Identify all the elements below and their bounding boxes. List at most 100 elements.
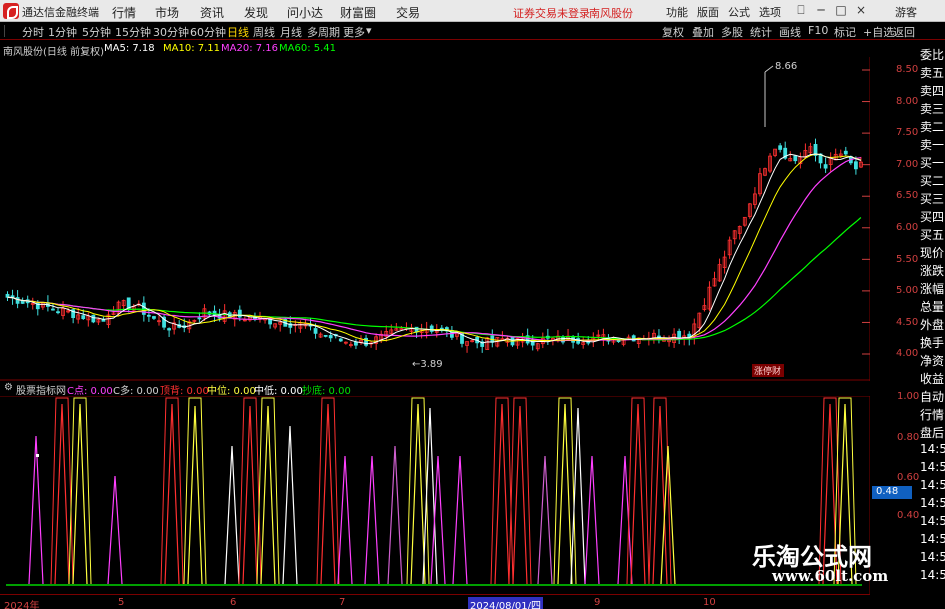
side-time: 14:53 [920, 496, 945, 510]
indicator-spike [260, 405, 276, 585]
tab-more[interactable]: 更多 [343, 24, 365, 40]
menu-caifuquan[interactable]: 财富圈 [340, 4, 376, 21]
tab-multi-period[interactable]: 多周期 [307, 24, 340, 40]
price-tick: 5.50 [896, 254, 919, 265]
tab-30min[interactable]: 30分钟 [153, 24, 189, 40]
chao-di-value: 抄底: 0.00 [302, 386, 351, 397]
zhong-di-value: 中低: 0.00 [254, 386, 303, 397]
indicator-spike [224, 445, 240, 585]
minimize-icon[interactable]: ─ [814, 3, 828, 17]
f10-button[interactable]: F10 [808, 24, 828, 37]
tab-5min[interactable]: 5分钟 [82, 24, 111, 40]
maximize-icon[interactable]: □ [834, 3, 848, 17]
side-outer[interactable]: 外盘 [920, 316, 944, 333]
candlestick-chart[interactable]: 8.66 ←3.89 涨停财 [0, 57, 870, 381]
indicator-plateau [160, 397, 184, 585]
function-button[interactable]: 功能 [666, 4, 688, 20]
formula-button[interactable]: 公式 [728, 4, 750, 20]
tab-15min[interactable]: 15分钟 [115, 24, 151, 40]
indicator-gear-icon[interactable]: ⚙ [4, 382, 13, 393]
date-tick: 5 [118, 597, 125, 608]
trade-login-notice[interactable]: 证券交易未登录 [513, 5, 590, 21]
price-tick: 8.50 [896, 64, 919, 75]
tab-fenshi[interactable]: 分时 [22, 24, 44, 40]
indicator-baseline [6, 584, 862, 586]
menu-shichang[interactable]: 市场 [155, 4, 179, 21]
ma60-label: MA60: 5.41 [279, 43, 337, 54]
side-time: 14:54 [920, 514, 945, 528]
statistics-button[interactable]: 统计 [750, 24, 772, 40]
candle-down [51, 308, 55, 311]
back-button[interactable]: 返回 [893, 24, 915, 40]
indicator-spike [387, 445, 403, 585]
menu-hangqing[interactable]: 行情 [112, 4, 136, 21]
side-quotes[interactable]: 行情 [920, 406, 944, 423]
side-buy1[interactable]: 买一 [920, 154, 944, 171]
candle-down [823, 164, 828, 169]
draw-line-button[interactable]: 画线 [779, 24, 801, 40]
close-icon[interactable]: × [854, 3, 868, 17]
menu-faxian[interactable]: 发现 [244, 4, 268, 21]
adjust-button[interactable]: 复权 [662, 24, 684, 40]
mark-button[interactable]: 标记 [834, 24, 856, 40]
indicator-spike [630, 403, 646, 585]
menu-zixun[interactable]: 资讯 [200, 4, 224, 21]
side-sell4[interactable]: 卖四 [920, 82, 944, 99]
candle-down [338, 338, 343, 342]
side-volume[interactable]: 总量 [920, 298, 944, 315]
indicator-spike [164, 403, 180, 585]
guest-button[interactable]: 游客 [895, 4, 917, 20]
side-change[interactable]: 涨跌 [920, 262, 944, 279]
menu-wenxiaoda[interactable]: 问小达 [287, 4, 323, 21]
tab-1min[interactable]: 1分钟 [48, 24, 77, 40]
side-weibi[interactable]: 委比 [920, 46, 944, 63]
ma10-label: MA10: 7.11 [163, 43, 221, 54]
candle-down [843, 150, 848, 155]
side-sell2[interactable]: 卖二 [920, 118, 944, 135]
indicator-spike [282, 425, 298, 585]
indicator-value: 0.48 [876, 486, 899, 497]
candle-down [167, 328, 172, 331]
tab-weekly[interactable]: 周线 [253, 24, 275, 40]
indicator-tick: 0.40 [897, 510, 920, 521]
high-price-label: 8.66 [775, 61, 797, 72]
side-after-hours[interactable]: 盘后 [920, 424, 944, 441]
side-sell3[interactable]: 卖三 [920, 100, 944, 117]
add-watchlist-button[interactable]: +自选 [863, 24, 894, 40]
c-dian-value: C点: 0.00 [67, 386, 113, 397]
side-sell5[interactable]: 卖五 [920, 64, 944, 81]
indicator-spike [557, 403, 573, 585]
side-buy5[interactable]: 买五 [920, 226, 944, 243]
indicator-name[interactable]: 股票指标网 [16, 382, 66, 397]
tab-monthly[interactable]: 月线 [280, 24, 302, 40]
layout-button[interactable]: 版面 [697, 4, 719, 20]
menu-jiaoyi[interactable]: 交易 [396, 4, 420, 21]
candle-down [91, 314, 96, 323]
side-buy4[interactable]: 买四 [920, 208, 944, 225]
multi-stock-button[interactable]: 多股 [721, 24, 743, 40]
overlay-button[interactable]: 叠加 [692, 24, 714, 40]
side-earnings[interactable]: 收益 [920, 370, 944, 387]
restore-icon[interactable]: ⎕ [794, 3, 808, 18]
side-buy2[interactable]: 买二 [920, 172, 944, 189]
tab-60min[interactable]: 60分钟 [190, 24, 226, 40]
indicator-spike [28, 435, 44, 585]
side-sell1[interactable]: 卖一 [920, 136, 944, 153]
side-turnover[interactable]: 换手 [920, 334, 944, 351]
side-auto[interactable]: 自动 [920, 388, 944, 405]
options-button[interactable]: 选项 [759, 4, 781, 20]
more-chevron-down-icon[interactable]: ▾ [366, 24, 372, 37]
indicator-spike [570, 407, 586, 585]
indicator-chart[interactable] [0, 396, 870, 594]
side-net-assets[interactable]: 净资 [920, 352, 944, 369]
side-change-pct[interactable]: 涨幅 [920, 280, 944, 297]
limit-up-badge[interactable]: 涨停财 [754, 365, 781, 377]
candle-down [146, 314, 151, 317]
side-time: 14:52 [920, 478, 945, 492]
side-buy3[interactable]: 买三 [920, 190, 944, 207]
tab-daily[interactable]: 日线 [227, 24, 249, 40]
indicator-plateau [316, 397, 340, 585]
side-price[interactable]: 现价 [920, 244, 944, 261]
indicator-spike [652, 405, 668, 585]
candle-down [328, 335, 333, 339]
